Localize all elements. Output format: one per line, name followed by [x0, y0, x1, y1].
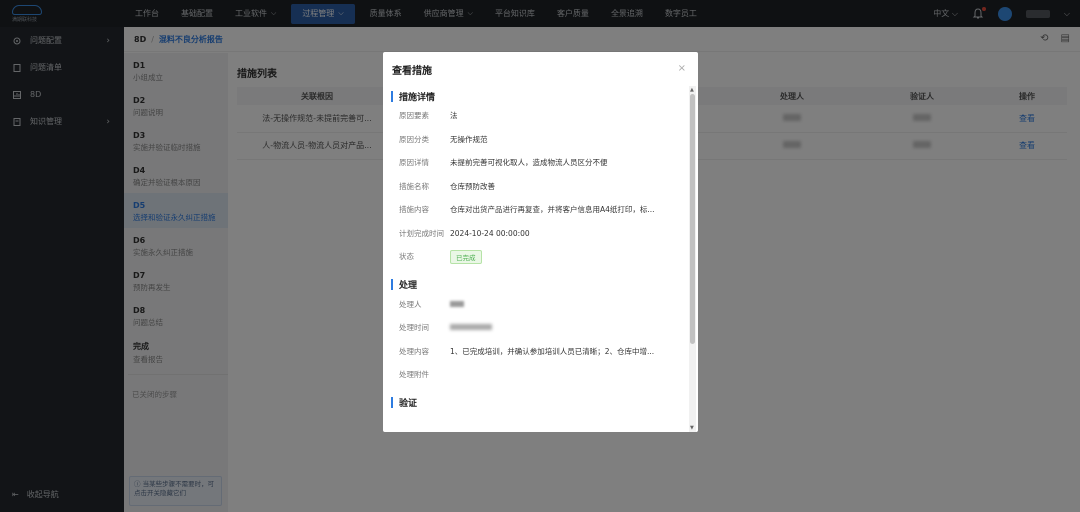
- handle-row-attachment: 处理附件: [383, 363, 688, 387]
- field-value: 2024-10-24 00:00:00: [450, 228, 530, 238]
- field-label: 原因分类: [399, 134, 429, 144]
- detail-row: 措施名称 仓库预防改善: [383, 175, 688, 199]
- section-title-handle: 处理: [391, 277, 688, 293]
- handle-row-time: 处理时间: [383, 316, 688, 340]
- field-value: 仓库对出货产品进行再复查，并将客户信息用A4纸打印，标...: [450, 205, 655, 215]
- status-badge: 已完成: [450, 249, 482, 264]
- view-measure-dialog: 查看措施 × 措施详情 原因要素 法原因分类 无操作规范原因详情 未提前完善可视化取人…: [383, 52, 698, 432]
- field-label: 原因要素: [399, 111, 429, 121]
- detail-row-status: 状态 已完成: [383, 245, 688, 269]
- detail-row: 原因详情 未提前完善可视化取人，造成物流人员区分不便: [383, 151, 688, 175]
- field-label: 处理人: [399, 299, 422, 309]
- field-label: 措施名称: [399, 181, 429, 191]
- field-label: 处理附件: [399, 370, 429, 380]
- detail-row: 措施内容 仓库对出货产品进行再复查，并将客户信息用A4纸打印，标...: [383, 198, 688, 222]
- dialog-body: 措施详情 原因要素 法原因分类 无操作规范原因详情 未提前完善可视化取人，造成物流人员…: [383, 86, 688, 432]
- blurred-time: [450, 324, 492, 331]
- section-title-text: 措施详情: [399, 92, 436, 103]
- scroll-up-icon[interactable]: ▲: [690, 87, 694, 93]
- section-bar: [391, 279, 393, 290]
- detail-row: 原因分类 无操作规范: [383, 128, 688, 152]
- field-value: 未提前完善可视化取人，造成物流人员区分不便: [450, 158, 608, 168]
- section-title-detail: 措施详情: [391, 88, 688, 104]
- field-value: 无操作规范: [450, 134, 488, 144]
- field-label: 原因详情: [399, 158, 429, 168]
- field-label: 处理内容: [399, 346, 429, 356]
- blurred-name: [450, 300, 464, 307]
- field-label: 计划完成时间: [399, 228, 444, 238]
- field-value: 1、已完成培训，并确认参加培训人员已清晰；2、仓库中增...: [450, 346, 655, 356]
- field-label: 措施内容: [399, 205, 429, 215]
- field-label: 状态: [399, 252, 414, 262]
- section-bar: [391, 397, 393, 408]
- scrollbar-thumb[interactable]: [690, 94, 695, 344]
- section-title-text: 验证: [399, 399, 418, 409]
- close-icon[interactable]: ×: [678, 63, 686, 74]
- scroll-down-icon[interactable]: ▼: [690, 425, 694, 431]
- handle-row-handler: 处理人: [383, 293, 688, 317]
- detail-row: 计划完成时间 2024-10-24 00:00:00: [383, 222, 688, 246]
- handle-row-content: 处理内容 1、已完成培训，并确认参加培训人员已清晰；2、仓库中增...: [383, 340, 688, 364]
- dialog-scrollbar[interactable]: ▲ ▼: [689, 86, 696, 432]
- section-title-verify: 验证: [391, 395, 688, 411]
- detail-row: 原因要素 法: [383, 104, 688, 128]
- field-value: 法: [450, 111, 458, 121]
- field-label: 处理时间: [399, 323, 429, 333]
- dialog-title: 查看措施: [392, 65, 432, 77]
- section-title-text: 处理: [399, 281, 418, 291]
- field-value: 仓库预防改善: [450, 181, 495, 191]
- section-bar: [391, 90, 393, 102]
